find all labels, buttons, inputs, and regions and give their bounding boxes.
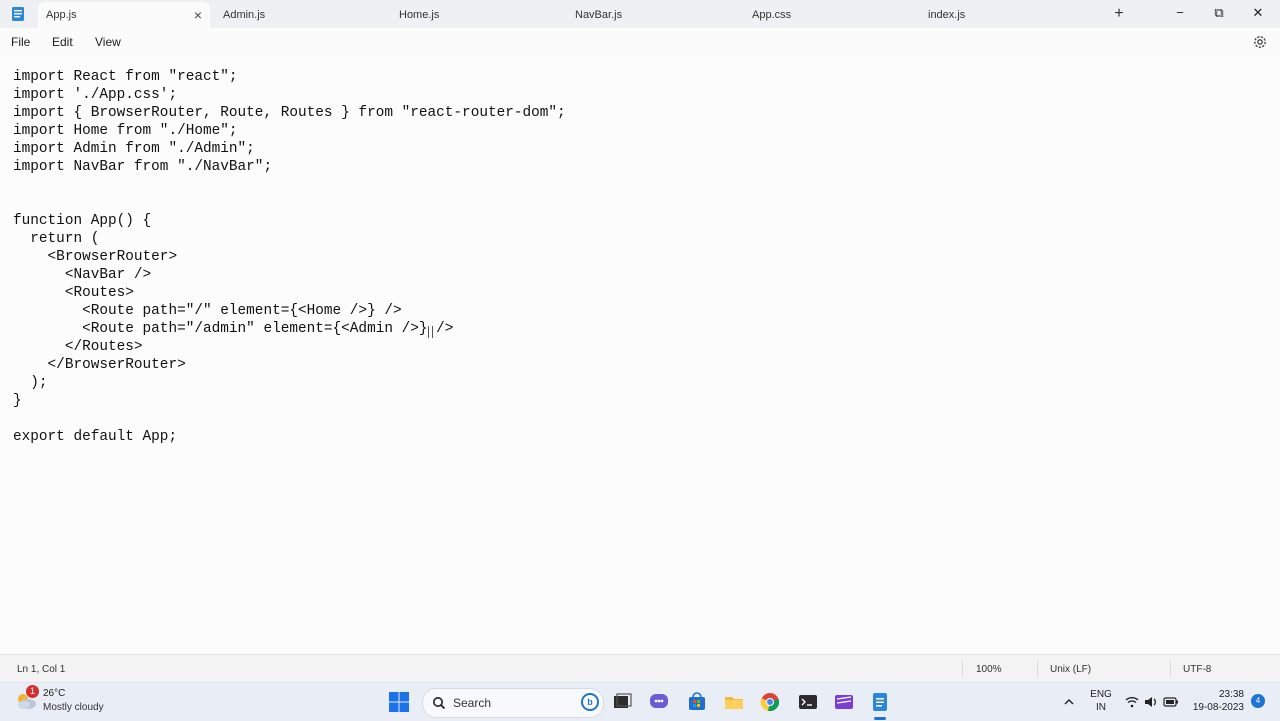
- file-explorer-icon[interactable]: [723, 691, 745, 713]
- zoom-level: 100%: [976, 664, 1002, 675]
- text-cursor-icon: [428, 326, 433, 338]
- language-region: IN: [1096, 702, 1106, 713]
- tab-label: App.css: [752, 9, 792, 21]
- wifi-icon[interactable]: [1124, 694, 1140, 710]
- tab-label: index.js: [928, 9, 966, 21]
- cursor-position: Ln 1, Col 1: [17, 664, 66, 675]
- tab-app-js[interactable]: App.js ×: [38, 2, 210, 28]
- status-divider: [1170, 661, 1171, 677]
- system-clock[interactable]: 23:38 19-08-2023: [1190, 688, 1244, 714]
- terminal-icon[interactable]: [797, 691, 819, 713]
- tab-app-css[interactable]: App.css: [744, 2, 914, 28]
- search-icon: [433, 697, 446, 710]
- chevron-up-icon[interactable]: [1061, 694, 1077, 710]
- taskbar-search-box[interactable]: Search b: [422, 688, 604, 718]
- status-bar: Ln 1, Col 1 100% Unix (LF) UTF-8: [0, 654, 1280, 683]
- editor-content[interactable]: import React from "react"; import './App…: [13, 68, 566, 446]
- tab-home-js[interactable]: Home.js: [391, 2, 561, 28]
- menu-view[interactable]: View: [95, 35, 121, 49]
- tab-label: Home.js: [399, 9, 440, 21]
- search-label: Search: [453, 696, 492, 710]
- title-bar: App.js × Admin.js Home.js NavBar.js App.…: [0, 0, 1280, 28]
- settings-gear-icon[interactable]: [1252, 34, 1268, 50]
- language-indicator[interactable]: ENG IN: [1089, 688, 1113, 714]
- tab-label: App.js: [46, 9, 77, 21]
- weather-temperature[interactable]: 26°C: [43, 688, 65, 699]
- text-editor[interactable]: import React from "react"; import './App…: [0, 56, 1280, 654]
- notification-badge[interactable]: 4: [1251, 694, 1265, 708]
- weather-notification-badge: 1: [26, 685, 39, 698]
- bing-icon[interactable]: b: [581, 693, 599, 711]
- clock-time: 23:38: [1218, 689, 1244, 700]
- language-code: ENG: [1090, 689, 1112, 700]
- store-icon[interactable]: [686, 691, 708, 713]
- tab-index-js[interactable]: index.js: [920, 2, 1090, 28]
- close-window-button[interactable]: ✕: [1245, 2, 1271, 24]
- clipchamp-icon[interactable]: [833, 691, 855, 713]
- weather-condition[interactable]: Mostly cloudy: [43, 702, 104, 713]
- menu-file[interactable]: File: [11, 35, 30, 49]
- status-divider: [1037, 661, 1038, 677]
- tab-label: NavBar.js: [575, 9, 623, 21]
- minimize-button[interactable]: −: [1167, 2, 1193, 24]
- tab-label: Admin.js: [223, 9, 266, 21]
- chrome-icon[interactable]: [759, 691, 781, 713]
- notepad-taskbar-icon[interactable]: [869, 691, 891, 713]
- close-tab-icon[interactable]: ×: [194, 2, 202, 28]
- taskbar: 1 26°C Mostly cloudy Search b ENG IN 23:…: [0, 682, 1280, 721]
- volume-icon[interactable]: [1143, 694, 1159, 710]
- tab-admin-js[interactable]: Admin.js: [215, 2, 385, 28]
- maximize-button[interactable]: ⧉: [1206, 2, 1232, 24]
- chat-icon[interactable]: [648, 691, 670, 713]
- windows-start-icon[interactable]: [388, 691, 410, 713]
- new-tab-button[interactable]: +: [1111, 4, 1127, 24]
- tab-navbar-js[interactable]: NavBar.js: [567, 2, 737, 28]
- menu-bar: File Edit View: [0, 28, 1280, 56]
- menu-edit[interactable]: Edit: [52, 35, 73, 49]
- line-ending: Unix (LF): [1050, 664, 1092, 675]
- clock-date: 19-08-2023: [1192, 702, 1244, 713]
- notepad-icon: [12, 7, 24, 21]
- status-divider: [962, 661, 963, 677]
- battery-icon[interactable]: [1163, 694, 1179, 710]
- task-view-icon[interactable]: [611, 691, 633, 713]
- encoding: UTF-8: [1183, 664, 1212, 675]
